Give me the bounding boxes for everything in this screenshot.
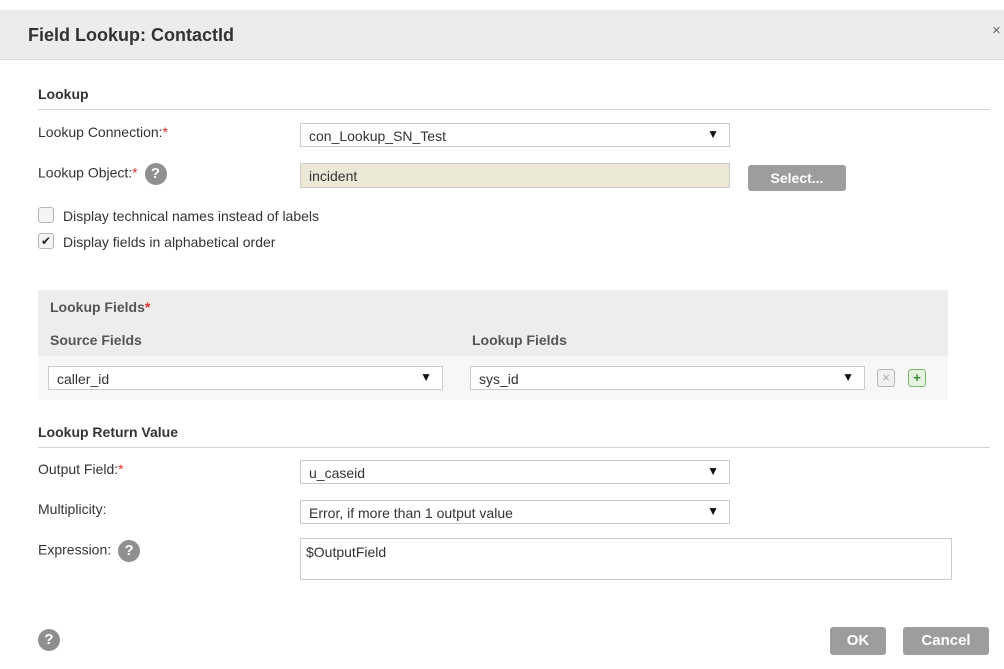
select-object-button[interactable]: Select...	[748, 165, 846, 191]
section-divider	[38, 447, 990, 448]
dialog-header: Field Lookup: ContactId ×	[0, 10, 1004, 60]
chevron-down-icon: ▼	[707, 464, 719, 478]
source-fields-header: Source Fields	[50, 332, 142, 348]
lookup-object-field: incident	[300, 163, 730, 188]
multiplicity-label: Multiplicity:	[38, 501, 107, 517]
cancel-button[interactable]: Cancel	[903, 627, 989, 655]
expression-value: $OutputField	[306, 544, 387, 560]
expression-input[interactable]: $OutputField	[300, 538, 952, 580]
lookup-connection-value: con_Lookup_SN_Test	[309, 128, 446, 144]
return-value-section-title: Lookup Return Value	[38, 424, 179, 440]
help-icon[interactable]: ?	[144, 163, 167, 185]
chevron-down-icon: ▼	[707, 504, 719, 518]
lookup-fields-header: Lookup Fields	[472, 332, 567, 348]
section-divider	[38, 109, 990, 110]
chevron-down-icon: ▼	[842, 370, 854, 384]
alphabetical-order-checkbox[interactable]: ✔	[38, 233, 54, 249]
source-field-value: caller_id	[57, 371, 110, 387]
remove-row-icon[interactable]: ×	[877, 369, 895, 387]
lookup-fields-title: Lookup Fields*	[50, 299, 151, 315]
output-field-select[interactable]: u_caseid ▼	[300, 460, 730, 484]
chevron-down-icon: ▼	[420, 370, 432, 384]
dialog-title: Field Lookup: ContactId	[28, 25, 234, 45]
lookup-connection-select[interactable]: con_Lookup_SN_Test ▼	[300, 123, 730, 147]
alphabetical-order-label: Display fields in alphabetical order	[63, 234, 276, 250]
technical-names-checkbox[interactable]	[38, 207, 54, 223]
technical-names-label: Display technical names instead of label…	[63, 208, 320, 224]
lookup-object-label: Lookup Object:* ?	[38, 163, 167, 185]
lookup-field-select[interactable]: sys_id ▼	[470, 366, 865, 390]
output-field-label: Output Field:*	[38, 461, 124, 477]
ok-button[interactable]: OK	[830, 627, 886, 655]
chevron-down-icon: ▼	[707, 127, 719, 141]
lookup-section-title: Lookup	[38, 86, 89, 102]
checkmark-icon: ✔	[40, 234, 52, 248]
help-icon[interactable]: ?	[118, 540, 141, 562]
lookup-object-value: incident	[309, 168, 358, 184]
add-row-icon[interactable]: +	[908, 369, 926, 387]
source-field-select[interactable]: caller_id ▼	[48, 366, 443, 390]
help-icon[interactable]: ?	[38, 629, 60, 651]
close-icon[interactable]: ×	[992, 22, 1001, 39]
multiplicity-value: Error, if more than 1 output value	[309, 505, 513, 521]
multiplicity-select[interactable]: Error, if more than 1 output value ▼	[300, 500, 730, 524]
lookup-field-value: sys_id	[479, 371, 519, 387]
expression-label: Expression: ?	[38, 540, 141, 562]
lookup-connection-label: Lookup Connection:*	[38, 124, 168, 140]
output-field-value: u_caseid	[309, 465, 366, 481]
